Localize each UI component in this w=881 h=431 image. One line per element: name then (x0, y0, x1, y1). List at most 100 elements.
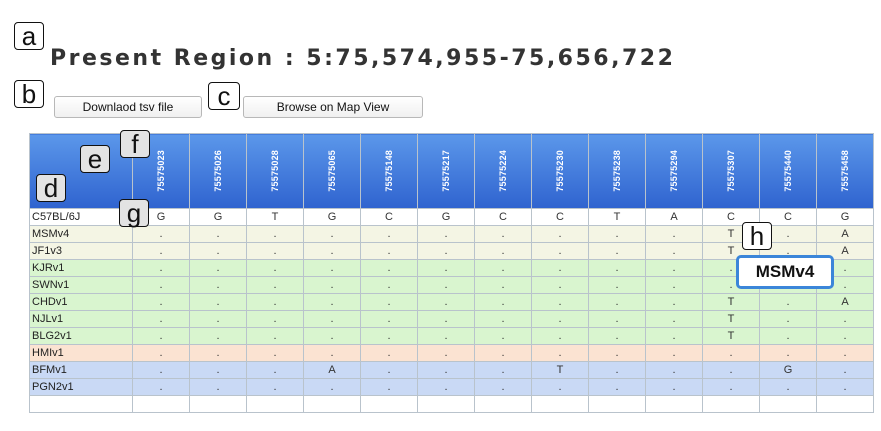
position-header-7[interactable]: 75575230 (531, 133, 589, 209)
genotype-cell[interactable]: . (360, 225, 418, 243)
genotype-cell[interactable]: . (816, 378, 874, 396)
genotype-cell[interactable]: . (417, 242, 475, 260)
position-header-10[interactable]: 75575307 (702, 133, 760, 209)
genotype-cell[interactable]: . (132, 344, 190, 362)
genotype-cell[interactable] (303, 395, 361, 413)
genotype-cell[interactable]: T (531, 361, 589, 379)
genotype-cell[interactable]: . (702, 344, 760, 362)
genotype-cell[interactable]: . (189, 378, 247, 396)
strain-name[interactable] (29, 395, 133, 413)
genotype-cell[interactable]: . (474, 242, 532, 260)
genotype-cell[interactable]: . (417, 344, 475, 362)
genotype-cell[interactable]: . (531, 259, 589, 277)
genotype-cell[interactable]: . (474, 276, 532, 294)
genotype-cell[interactable]: G (189, 208, 247, 226)
genotype-cell[interactable]: . (189, 293, 247, 311)
genotype-cell[interactable]: A (303, 361, 361, 379)
genotype-cell[interactable]: . (645, 344, 703, 362)
genotype-cell[interactable]: A (816, 293, 874, 311)
genotype-cell[interactable] (132, 395, 190, 413)
genotype-cell[interactable]: . (645, 378, 703, 396)
genotype-cell[interactable]: . (474, 344, 532, 362)
genotype-cell[interactable]: A (816, 225, 874, 243)
genotype-cell[interactable]: . (246, 327, 304, 345)
genotype-cell[interactable] (474, 395, 532, 413)
genotype-cell[interactable]: . (588, 344, 646, 362)
genotype-cell[interactable]: . (531, 310, 589, 328)
genotype-cell[interactable]: . (417, 259, 475, 277)
genotype-cell[interactable]: . (360, 344, 418, 362)
genotype-cell[interactable] (189, 395, 247, 413)
strain-name[interactable]: BLG2v1 (29, 327, 133, 345)
genotype-cell[interactable]: . (189, 225, 247, 243)
genotype-cell[interactable]: . (360, 276, 418, 294)
genotype-cell[interactable]: . (189, 242, 247, 260)
genotype-cell[interactable]: . (303, 293, 361, 311)
strain-name[interactable]: MSMv4 (29, 225, 133, 243)
genotype-cell[interactable]: . (645, 327, 703, 345)
genotype-cell[interactable]: T (702, 327, 760, 345)
genotype-cell[interactable] (246, 395, 304, 413)
genotype-cell[interactable]: . (531, 344, 589, 362)
genotype-cell[interactable]: . (303, 344, 361, 362)
strain-name[interactable]: HMIv1 (29, 344, 133, 362)
download-tsv-button[interactable]: Downlaod tsv file (54, 96, 202, 118)
genotype-cell[interactable]: . (189, 327, 247, 345)
genotype-cell[interactable]: . (360, 242, 418, 260)
genotype-cell[interactable]: . (531, 242, 589, 260)
genotype-cell[interactable]: C (474, 208, 532, 226)
genotype-cell[interactable]: . (246, 293, 304, 311)
genotype-cell[interactable]: . (702, 378, 760, 396)
genotype-cell[interactable]: . (189, 361, 247, 379)
genotype-cell[interactable]: . (588, 310, 646, 328)
genotype-cell[interactable]: . (759, 344, 817, 362)
genotype-cell[interactable]: G (816, 208, 874, 226)
position-header-9[interactable]: 75575294 (645, 133, 703, 209)
genotype-cell[interactable]: . (816, 361, 874, 379)
genotype-cell[interactable]: . (531, 327, 589, 345)
strain-name[interactable]: CHDv1 (29, 293, 133, 311)
genotype-cell[interactable]: . (303, 225, 361, 243)
genotype-cell[interactable]: C (531, 208, 589, 226)
genotype-cell[interactable]: . (360, 327, 418, 345)
genotype-cell[interactable]: G (303, 208, 361, 226)
strain-name[interactable]: PGN2v1 (29, 378, 133, 396)
genotype-cell[interactable]: . (132, 293, 190, 311)
genotype-cell[interactable] (759, 395, 817, 413)
genotype-cell[interactable]: . (645, 361, 703, 379)
genotype-cell[interactable]: . (417, 310, 475, 328)
genotype-cell[interactable]: . (189, 310, 247, 328)
genotype-cell[interactable]: . (588, 378, 646, 396)
genotype-cell[interactable]: . (303, 327, 361, 345)
genotype-cell[interactable]: . (588, 259, 646, 277)
genotype-cell[interactable] (702, 395, 760, 413)
genotype-cell[interactable]: . (645, 310, 703, 328)
genotype-cell[interactable]: A (645, 208, 703, 226)
genotype-cell[interactable]: . (132, 276, 190, 294)
position-header-3[interactable]: 75575065 (303, 133, 361, 209)
position-header-4[interactable]: 75575148 (360, 133, 418, 209)
genotype-cell[interactable]: . (588, 276, 646, 294)
genotype-cell[interactable] (588, 395, 646, 413)
genotype-cell[interactable]: . (417, 225, 475, 243)
browse-map-view-button[interactable]: Browse on Map View (243, 96, 423, 118)
genotype-cell[interactable]: . (531, 293, 589, 311)
genotype-cell[interactable]: . (645, 293, 703, 311)
genotype-cell[interactable]: . (303, 378, 361, 396)
genotype-cell[interactable]: . (132, 378, 190, 396)
genotype-cell[interactable]: . (588, 293, 646, 311)
genotype-cell[interactable]: . (588, 361, 646, 379)
position-header-11[interactable]: 75575440 (759, 133, 817, 209)
strain-name[interactable]: C57BL/6J (29, 208, 133, 226)
genotype-cell[interactable]: . (702, 361, 760, 379)
genotype-cell[interactable]: . (759, 327, 817, 345)
strain-name[interactable]: KJRv1 (29, 259, 133, 277)
genotype-cell[interactable]: . (246, 242, 304, 260)
genotype-cell[interactable]: . (588, 242, 646, 260)
genotype-cell[interactable]: . (303, 310, 361, 328)
genotype-cell[interactable]: . (474, 378, 532, 396)
genotype-cell[interactable]: . (417, 276, 475, 294)
genotype-cell[interactable]: . (246, 225, 304, 243)
genotype-cell[interactable] (360, 395, 418, 413)
genotype-cell[interactable] (531, 395, 589, 413)
